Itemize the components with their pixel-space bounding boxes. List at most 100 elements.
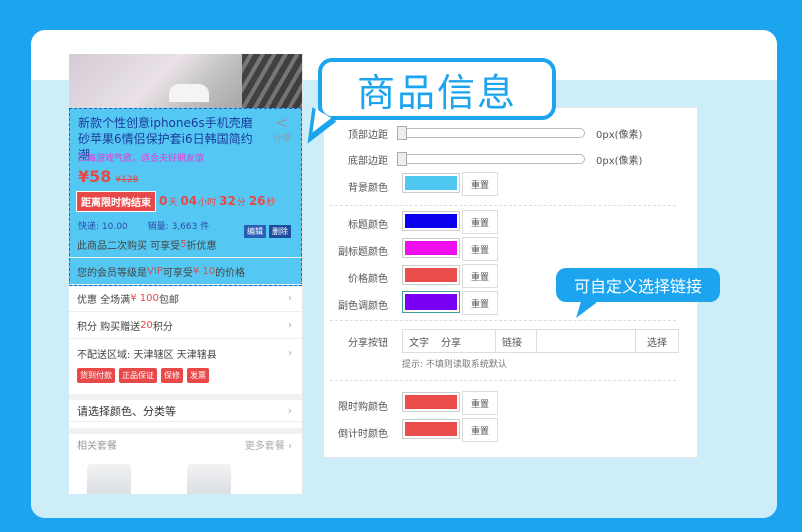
badge-cod: 货到付款 (77, 368, 115, 383)
accent-color-swatch[interactable] (402, 291, 460, 313)
repurchase-text: 此商品二次购买 可享受 (77, 241, 181, 252)
discount-text: 优惠 全场满 (77, 295, 131, 306)
shipping-fee: 快递: 10.00 (78, 222, 128, 232)
countdown: 距离限时购结束 0天 04 小时 32 分 26 秒 (76, 190, 276, 212)
select-spec-text: 请选择颜色、分类等 (77, 404, 176, 418)
title-color-label: 标题颜色 (348, 220, 388, 231)
accent-color-reset-button[interactable]: 重置 (462, 291, 498, 315)
subtitle-color-reset-button[interactable]: 重置 (462, 237, 498, 261)
share-button-label: 分享按钮 (348, 338, 388, 349)
product-info-callout: 商品信息 (318, 58, 556, 120)
countdown-label: 距离限时购结束 (76, 190, 156, 212)
divider (330, 380, 676, 381)
stats: 快递: 10.00 销量: 3,663 件 (78, 219, 229, 232)
share-select-button[interactable]: 选择 (635, 330, 678, 352)
share-icon: < (275, 113, 289, 132)
countdown-days: 0 (159, 194, 168, 208)
subtitle-color-swatch[interactable] (402, 238, 460, 258)
countdown-color-swatch[interactable] (402, 419, 460, 439)
bottom-margin-label: 底部边距 (348, 156, 388, 167)
bg-color-swatch[interactable] (402, 173, 460, 193)
title-color-swatch[interactable] (402, 211, 460, 231)
flash-color-swatch[interactable] (402, 392, 460, 412)
service-badges: 货到付款 正品保证 保修 发票 (77, 368, 209, 383)
product-info-callout-text: 商品信息 (356, 70, 517, 115)
product-image (69, 54, 302, 108)
countdown-sec-unit: 秒 (266, 197, 276, 208)
top-margin-slider[interactable] (397, 126, 585, 140)
chevron-right-icon: › (288, 320, 292, 331)
share-button-row: 文字 分享 链接 选择 (402, 329, 679, 353)
image-decor (242, 54, 302, 108)
points-amount: 20 (140, 320, 153, 331)
points-row[interactable]: 积分 购买赠送 20 积分 › (69, 313, 302, 339)
bottom-margin-value: 0px(像素) (596, 156, 643, 167)
price-color-reset-button[interactable]: 重置 (462, 264, 498, 288)
bg-color-label: 背景颜色 (348, 183, 388, 194)
title-color-reset-button[interactable]: 重置 (462, 210, 498, 234)
badge-warranty: 保修 (161, 368, 183, 383)
bg-color-reset-button[interactable]: 重置 (462, 172, 498, 196)
related-row[interactable]: 相关套餐 更多套餐 › (69, 428, 302, 454)
top-margin-value: 0px(像素) (596, 130, 643, 141)
discount-suffix: 包邮 (158, 295, 179, 306)
image-phone-case (169, 84, 209, 102)
phone-preview: 新款个性创意iphone6s手机壳磨砂苹果6情侣保护套i6日韩国简约潮 < 分享… (69, 54, 303, 494)
no-ship-row[interactable]: 不配送区域: 天津辖区 天津辖县 › (69, 340, 302, 366)
countdown-color-label: 倒计时颜色 (338, 429, 388, 440)
share-text-label: 文字 (409, 337, 429, 349)
share-hint: 提示: 不填则读取系统默认 (402, 360, 507, 370)
flash-color-label: 限时购颜色 (338, 402, 388, 413)
share-text-input[interactable]: 分享 (435, 330, 495, 352)
points-text: 积分 购买赠送 (77, 322, 141, 333)
share-link-label: 链接 (495, 330, 536, 352)
countdown-min-unit: 分 (236, 197, 246, 208)
countdown-seconds: 26 (248, 194, 266, 208)
repurchase-suffix: 折优惠 (186, 241, 217, 252)
vip-suffix: 的价格 (215, 268, 246, 279)
countdown-minutes: 32 (219, 194, 236, 208)
sales-count: 销量: 3,663 件 (147, 222, 210, 232)
product-subtitle: 四海游戏气歌，适合夫好朋友谊 (78, 154, 205, 164)
related-thumb[interactable] (187, 464, 231, 494)
badge-invoice: 发票 (187, 368, 209, 383)
vip-row: 您的会员等级是 VIP 可享受 ¥ 10 的价格 (69, 259, 302, 285)
custom-link-callout-text: 可自定义选择链接 (573, 277, 702, 296)
discount-row[interactable]: 优惠 全场满 ¥ 100 包邮 › (69, 286, 302, 312)
countdown-color-reset-button[interactable]: 重置 (462, 418, 498, 442)
slider-knob[interactable] (397, 152, 407, 166)
accent-color-label: 副色调颜色 (338, 301, 388, 312)
flash-color-reset-button[interactable]: 重置 (462, 391, 498, 415)
more-label: 更多套餐 (244, 440, 285, 452)
divider (330, 205, 676, 206)
share-button[interactable]: < 分享 (272, 113, 291, 145)
more-link[interactable]: 更多套餐 › (245, 437, 292, 452)
related-thumb[interactable] (87, 464, 131, 494)
slider-knob[interactable] (397, 126, 407, 140)
countdown-hour-unit: 小时 (198, 197, 217, 208)
chevron-right-icon: › (288, 293, 292, 304)
countdown-day-unit: 天 (168, 197, 178, 208)
price: ¥58 (78, 167, 112, 186)
points-suffix: 积分 (152, 322, 173, 333)
discount-amount: ¥ 100 (130, 293, 159, 304)
old-price: ¥128 (115, 175, 139, 185)
related-title: 相关套餐 (77, 440, 117, 452)
price-color-label: 价格颜色 (348, 274, 388, 285)
vip-mid: 可享受 (162, 268, 193, 279)
share-label: 分享 (272, 134, 291, 144)
price-row: ¥58 ¥128 (78, 167, 138, 186)
chevron-right-icon: › (287, 404, 292, 417)
badge-genuine: 正品保证 (119, 368, 157, 383)
bottom-margin-slider[interactable] (397, 152, 585, 166)
subtitle-color-label: 副标题颜色 (338, 247, 388, 258)
divider (330, 320, 676, 321)
vip-level: VIP (147, 266, 163, 277)
price-color-swatch[interactable] (402, 265, 460, 285)
custom-link-callout: 可自定义选择链接 (556, 268, 720, 302)
repurchase-row: 此商品二次购买 可享受 5 折优惠 (69, 232, 302, 258)
share-link-input[interactable] (536, 330, 635, 352)
select-spec-row[interactable]: 请选择颜色、分类等 › (69, 394, 302, 422)
countdown-hours: 04 (180, 194, 198, 208)
vip-amount: ¥ 10 (192, 266, 216, 277)
